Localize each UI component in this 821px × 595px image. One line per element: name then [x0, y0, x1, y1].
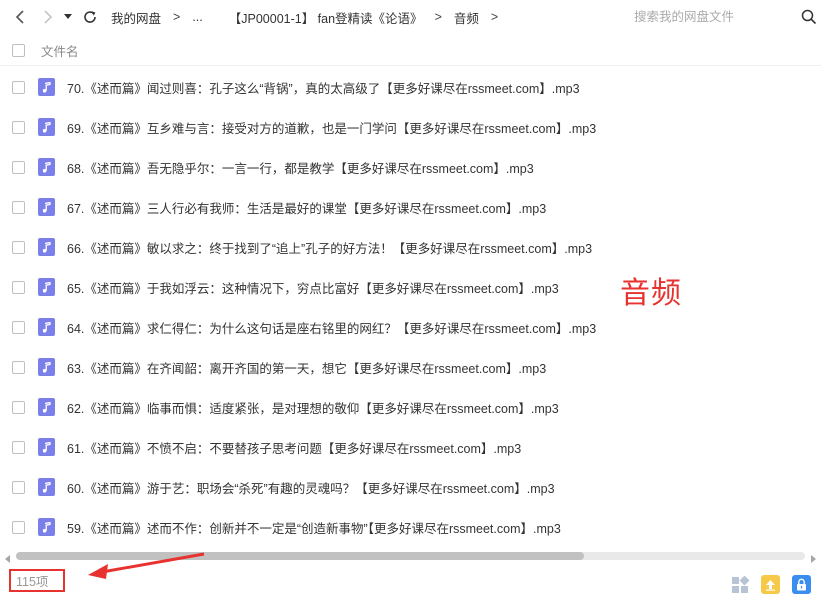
file-checkbox[interactable]	[12, 280, 25, 294]
file-checkbox[interactable]	[12, 240, 25, 254]
music-note-icon	[38, 78, 55, 96]
file-row[interactable]: 69.《述而篇》互乡难与言：接受对方的道歉，也是一门学问【更多好课尽在rssme…	[0, 107, 821, 147]
file-checkbox[interactable]	[12, 440, 25, 454]
music-note-icon	[38, 158, 55, 176]
upload-icon[interactable]	[761, 575, 780, 594]
refresh-icon[interactable]	[79, 6, 101, 28]
music-note-icon	[38, 118, 55, 136]
file-row[interactable]: 68.《述而篇》吾无隐乎尔：一言一行，都是教学【更多好课尽在rssmeet.co…	[0, 147, 821, 187]
file-checkbox[interactable]	[12, 480, 25, 494]
breadcrumb: 我的网盘 > ... 【JP00001-1】 fan登精读《论语》 > 音频 >	[111, 8, 510, 27]
file-row[interactable]: 67.《述而篇》三人行必有我师：生活是最好的课堂【更多好课尽在rssmeet.c…	[0, 187, 821, 227]
file-checkbox[interactable]	[12, 320, 25, 334]
item-count: 115项	[9, 569, 65, 592]
music-note-icon	[38, 518, 55, 536]
file-checkbox[interactable]	[12, 520, 25, 534]
music-note-icon	[38, 318, 55, 336]
file-name[interactable]: 62.《述而篇》临事而惧：适度紧张，是对理想的敬仰【更多好课尽在rssmeet.…	[67, 398, 559, 417]
music-note-icon	[38, 398, 55, 416]
grid-view-icon[interactable]	[730, 575, 749, 594]
music-note-icon	[38, 278, 55, 296]
scroll-left-icon[interactable]	[4, 552, 12, 563]
breadcrumb-item-course-folder[interactable]: 【JP00001-1】 fan登精读《论语》	[229, 8, 423, 27]
search-input[interactable]	[626, 10, 791, 24]
file-name[interactable]: 69.《述而篇》互乡难与言：接受对方的道歉，也是一门学问【更多好课尽在rssme…	[67, 118, 596, 137]
top-navigation-bar: 我的网盘 > ... 【JP00001-1】 fan登精读《论语》 > 音频 >	[0, 0, 821, 34]
file-name[interactable]: 70.《述而篇》闻过则喜：孔子这么“背锅”，真的太高级了【更多好课尽在rssme…	[67, 78, 580, 97]
breadcrumb-item-ellipsis[interactable]: ...	[192, 10, 202, 24]
file-name[interactable]: 67.《述而篇》三人行必有我师：生活是最好的课堂【更多好课尽在rssmeet.c…	[67, 198, 546, 217]
file-row[interactable]: 60.《述而篇》游于艺：职场会“杀死”有趣的灵魂吗？【更多好课尽在rssmeet…	[0, 467, 821, 507]
file-row[interactable]: 59.《述而篇》述而不作：创新并不一定是“创造新事物”【更多好课尽在rssmee…	[0, 507, 821, 547]
file-checkbox[interactable]	[12, 120, 25, 134]
file-row[interactable]: 63.《述而篇》在齐闻韶：离开齐国的第一天，想它【更多好课尽在rssmeet.c…	[0, 347, 821, 387]
breadcrumb-separator: >	[434, 10, 442, 24]
column-header-filename[interactable]: 文件名	[41, 41, 79, 60]
search-icon[interactable]	[801, 9, 817, 25]
music-note-icon	[38, 238, 55, 256]
music-note-icon	[38, 198, 55, 216]
file-name[interactable]: 65.《述而篇》于我如浮云：这种情况下，穷点比富好【更多好课尽在rssmeet.…	[67, 278, 559, 297]
file-checkbox[interactable]	[12, 400, 25, 414]
select-all-checkbox[interactable]	[12, 44, 25, 57]
music-note-icon	[38, 438, 55, 456]
file-name[interactable]: 63.《述而篇》在齐闻韶：离开齐国的第一天，想它【更多好课尽在rssmeet.c…	[67, 358, 546, 377]
breadcrumb-item-my-drive[interactable]: 我的网盘	[111, 8, 161, 27]
file-row[interactable]: 64.《述而篇》求仁得仁：为什么这句话是座右铭里的网红？【更多好课尽在rssme…	[0, 307, 821, 347]
music-note-icon	[38, 358, 55, 376]
file-row[interactable]: 62.《述而篇》临事而惧：适度紧张，是对理想的敬仰【更多好课尽在rssmeet.…	[0, 387, 821, 427]
file-row[interactable]: 66.《述而篇》敏以求之：终于找到了“追上”孔子的好方法！【更多好课尽在rssm…	[0, 227, 821, 267]
file-row[interactable]: 65.《述而篇》于我如浮云：这种情况下，穷点比富好【更多好课尽在rssmeet.…	[0, 267, 821, 307]
breadcrumb-separator: >	[490, 10, 499, 24]
file-name[interactable]: 64.《述而篇》求仁得仁：为什么这句话是座右铭里的网红？【更多好课尽在rssme…	[67, 318, 596, 337]
status-bar: 115项	[0, 565, 821, 595]
file-checkbox[interactable]	[12, 360, 25, 374]
lock-icon[interactable]	[792, 575, 811, 594]
file-name[interactable]: 59.《述而篇》述而不作：创新并不一定是“创造新事物”【更多好课尽在rssmee…	[67, 518, 561, 537]
back-icon[interactable]	[9, 6, 31, 28]
search-box	[626, 5, 821, 29]
file-name[interactable]: 61.《述而篇》不愤不启：不要替孩子思考问题【更多好课尽在rssmeet.com…	[67, 438, 521, 457]
breadcrumb-separator: >	[173, 10, 181, 24]
file-name[interactable]: 60.《述而篇》游于艺：职场会“杀死”有趣的灵魂吗？【更多好课尽在rssmeet…	[67, 478, 555, 497]
music-note-icon	[38, 478, 55, 496]
breadcrumb-item-audio[interactable]: 音频	[454, 8, 479, 27]
list-header: 文件名	[0, 36, 821, 66]
file-row[interactable]: 61.《述而篇》不愤不启：不要替孩子思考问题【更多好课尽在rssmeet.com…	[0, 427, 821, 467]
annotation-label: 音频	[620, 276, 682, 311]
forward-icon[interactable]	[37, 6, 59, 28]
file-list: 70.《述而篇》闻过则喜：孔子这么“背锅”，真的太高级了【更多好课尽在rssme…	[0, 67, 821, 547]
file-name[interactable]: 66.《述而篇》敏以求之：终于找到了“追上”孔子的好方法！【更多好课尽在rssm…	[67, 238, 592, 257]
file-name[interactable]: 68.《述而篇》吾无隐乎尔：一言一行，都是教学【更多好课尽在rssmeet.co…	[67, 158, 534, 177]
history-dropdown-icon[interactable]	[61, 6, 75, 28]
file-checkbox[interactable]	[12, 200, 25, 214]
file-checkbox[interactable]	[12, 80, 25, 94]
scroll-right-icon[interactable]	[809, 552, 817, 563]
file-checkbox[interactable]	[12, 160, 25, 174]
file-row[interactable]: 70.《述而篇》闻过则喜：孔子这么“背锅”，真的太高级了【更多好课尽在rssme…	[0, 67, 821, 107]
